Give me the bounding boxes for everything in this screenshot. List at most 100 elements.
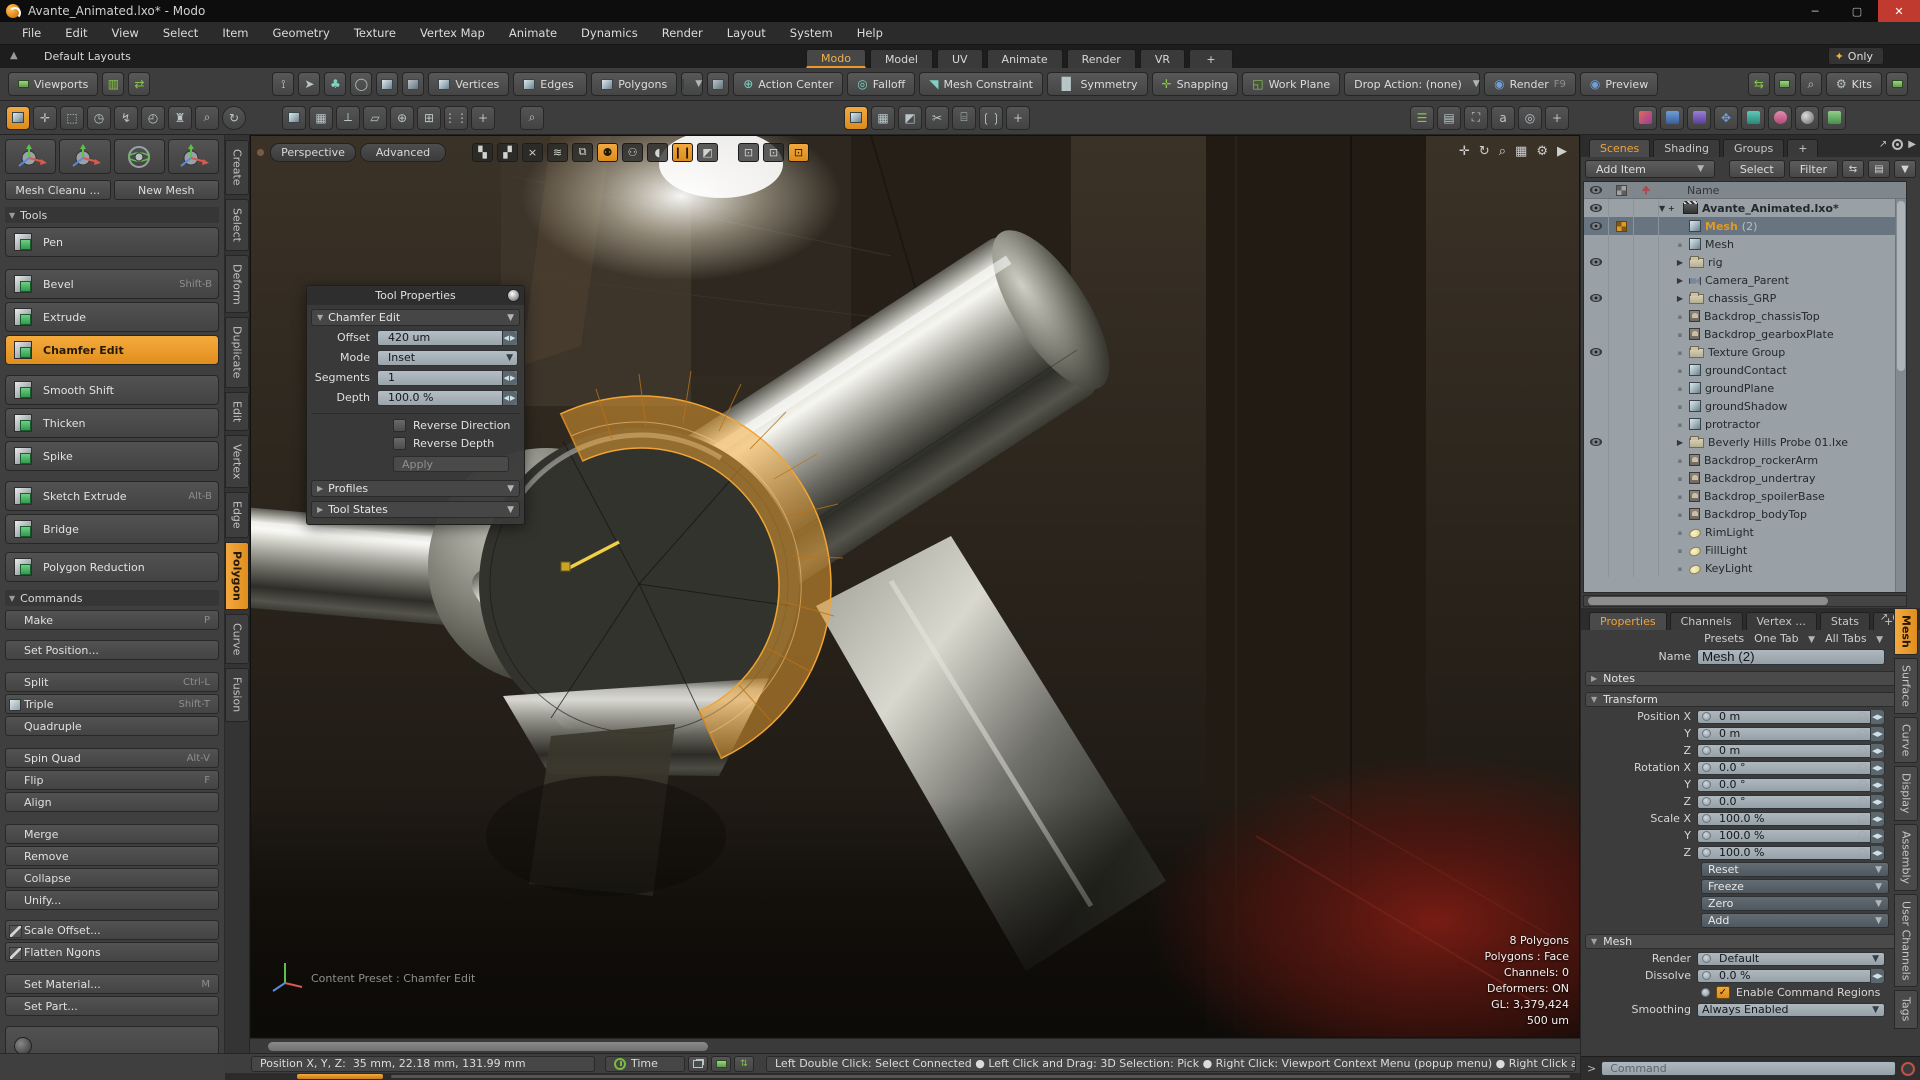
visibility-toggle[interactable]	[1590, 258, 1602, 266]
spinner-icon[interactable]: ◀▶	[1870, 969, 1884, 983]
segments-input[interactable]: 1◀▶	[377, 370, 518, 386]
menu-item[interactable]: File	[10, 23, 53, 43]
tree-item[interactable]: Mesh (2)	[1584, 217, 1906, 235]
ws-plus-icon[interactable]: +	[1006, 106, 1030, 130]
spinner-icon[interactable]: ◀▶	[1870, 812, 1884, 826]
properties-tab[interactable]: Channels	[1670, 612, 1743, 630]
channel-dot-icon[interactable]	[1702, 746, 1711, 755]
channel-input[interactable]: 100.0 % ◀▶	[1697, 812, 1885, 826]
transform-action-button[interactable]: Freeze▼	[1701, 879, 1889, 894]
tool-button[interactable]: Polygon Reduction	[5, 552, 219, 582]
menu-item[interactable]: Geometry	[261, 23, 342, 43]
command-input[interactable]	[1601, 1061, 1896, 1076]
vp-axis-icon[interactable]: ⟂	[336, 106, 360, 130]
command-button[interactable]: Remove	[5, 846, 219, 866]
command-button[interactable]: Triple Shift-T	[5, 694, 219, 714]
pink-gem-icon[interactable]	[1768, 106, 1792, 130]
drop-action-dropdown[interactable]: Drop Action: (none)▼	[1344, 72, 1480, 96]
transform-action-button[interactable]: Reset▼	[1701, 862, 1889, 877]
all-tabs-dropdown[interactable]: All Tabs ▼	[1825, 632, 1883, 645]
tool-button[interactable]: Bevel Shift-B	[5, 269, 219, 299]
render-button[interactable]: ◉ RenderF9	[1484, 72, 1576, 96]
alpha-sort-icon[interactable]: a	[1491, 106, 1515, 130]
zoom-tool-icon[interactable]: ⌕	[195, 106, 219, 130]
reverse-depth-checkbox[interactable]: Reverse Depth	[393, 437, 524, 450]
rotate-tool-icon[interactable]: ◷	[87, 106, 111, 130]
properties-tab[interactable]: Vertex ...	[1746, 612, 1817, 630]
items-mode-icon[interactable]: ⟟	[272, 72, 294, 96]
expand-arrow-icon[interactable]	[1673, 456, 1687, 465]
tool-button[interactable]: Thicken	[5, 408, 219, 438]
menu-item[interactable]: Edit	[53, 23, 99, 43]
view-type-button[interactable]: Perspective	[270, 143, 356, 162]
tree-horizontal-scrollbar[interactable]	[1583, 595, 1907, 607]
smoothing-dropdown[interactable]: Always Enabled▼	[1697, 1003, 1885, 1017]
tool-states-section[interactable]: ▶Tool States▼	[311, 501, 520, 518]
expand-arrow-icon[interactable]	[1673, 222, 1687, 231]
command-button[interactable]: Make P	[5, 610, 219, 630]
vp-magnifier-icon[interactable]: ⌕	[520, 106, 544, 130]
viewport-3d[interactable]: Perspective Advanced ▚ ▞ × ≋ ⧉ ⚉ ⚇ ◖ ❙❙ …	[250, 135, 1580, 1038]
ghost-mode-icon[interactable]: ⚉	[597, 143, 618, 162]
properties-side-tab[interactable]: User Channels	[1894, 894, 1918, 987]
viewport-options-icon[interactable]: ⚙	[1536, 144, 1548, 159]
profiles-section[interactable]: ▶Profiles▼	[311, 480, 520, 497]
spinner-icon[interactable]: ◀▶	[502, 371, 517, 385]
move-arrows-icon[interactable]: ✥	[1714, 106, 1738, 130]
channel-input[interactable]: 100.0 % ◀▶	[1697, 829, 1885, 843]
falloff-button[interactable]: ◎Falloff	[847, 72, 915, 96]
command-button[interactable]: Collapse	[5, 868, 219, 888]
properties-side-tab[interactable]: Curve	[1894, 717, 1918, 763]
commands-section-header[interactable]: ▼Commands	[5, 590, 219, 606]
tree-item[interactable]: KeyLight	[1584, 559, 1906, 577]
ws-grid-icon[interactable]: ▦	[871, 106, 895, 130]
expand-arrow-icon[interactable]	[1673, 474, 1687, 483]
vp-cube-icon[interactable]	[282, 106, 306, 130]
tree-item[interactable]: Backdrop_undertray	[1584, 469, 1906, 487]
mode-tab[interactable]: Curve	[225, 614, 249, 664]
properties-tab[interactable]: Stats	[1820, 612, 1870, 630]
command-button[interactable]: Unify...	[5, 890, 219, 910]
workspace-tab[interactable]: Model	[870, 49, 933, 68]
teal-item-icon[interactable]	[1741, 106, 1765, 130]
mode-tab[interactable]: Polygon	[225, 542, 249, 610]
channel-input[interactable]: 0.0 ° ◀▶	[1697, 795, 1885, 809]
mode-tab[interactable]: Duplicate	[225, 317, 249, 387]
mode-tab[interactable]: Edit	[225, 392, 249, 431]
menu-item[interactable]: Vertex Map	[408, 23, 497, 43]
command-button[interactable]: Align	[5, 792, 219, 812]
tree-item[interactable]: protractor	[1584, 415, 1906, 433]
list-view-icon[interactable]: ▤	[1868, 160, 1890, 178]
channel-dot-icon[interactable]	[1702, 763, 1711, 772]
expand-arrow-icon[interactable]	[1673, 492, 1687, 501]
menu-item[interactable]: Dynamics	[569, 23, 650, 43]
tool-active-orb-icon[interactable]	[507, 289, 520, 302]
channel-dot-icon[interactable]	[1702, 797, 1711, 806]
list-icon[interactable]: ☰	[1410, 106, 1434, 130]
tree-item[interactable]: Beverly Hills Probe 01.lxe	[1584, 433, 1906, 451]
panel-arrow-icon[interactable]: ▶	[1908, 139, 1916, 150]
move-tool-icon[interactable]: ✛	[33, 106, 57, 130]
kits-button[interactable]: ⚙Kits	[1826, 72, 1882, 96]
menu-item[interactable]: Animate	[497, 23, 569, 43]
expand-arrow-icon[interactable]	[1673, 276, 1687, 285]
mode-dropdown[interactable]: Inset▼	[377, 350, 518, 366]
vp-grid-icon[interactable]: ▦	[309, 106, 333, 130]
clock-tool-icon[interactable]: ◴	[141, 106, 165, 130]
timeline-strip[interactable]	[225, 1073, 1580, 1080]
refresh-icon[interactable]: ↻	[222, 106, 246, 130]
tree-item[interactable]: Backdrop_spoilerBase	[1584, 487, 1906, 505]
search-tools-icon[interactable]: ⌕	[1800, 72, 1822, 96]
properties-side-tab[interactable]: Tags	[1894, 990, 1918, 1028]
transform-action-button[interactable]: Add▼	[1701, 913, 1889, 928]
expand-arrow-icon[interactable]	[1673, 366, 1687, 375]
channel-dot-icon[interactable]	[1702, 729, 1711, 738]
region-toggle-icon[interactable]: ⊡	[788, 143, 809, 162]
expand-arrow-icon[interactable]	[1673, 528, 1687, 537]
workspace-tab[interactable]: +	[1189, 49, 1233, 68]
visibility-toggle[interactable]	[1590, 348, 1602, 356]
menu-item[interactable]: System	[778, 23, 845, 43]
vp-plus-icon[interactable]: +	[471, 106, 495, 130]
sphere-widget-icon[interactable]	[114, 139, 165, 174]
command-button[interactable]: Quadruple	[5, 716, 219, 736]
